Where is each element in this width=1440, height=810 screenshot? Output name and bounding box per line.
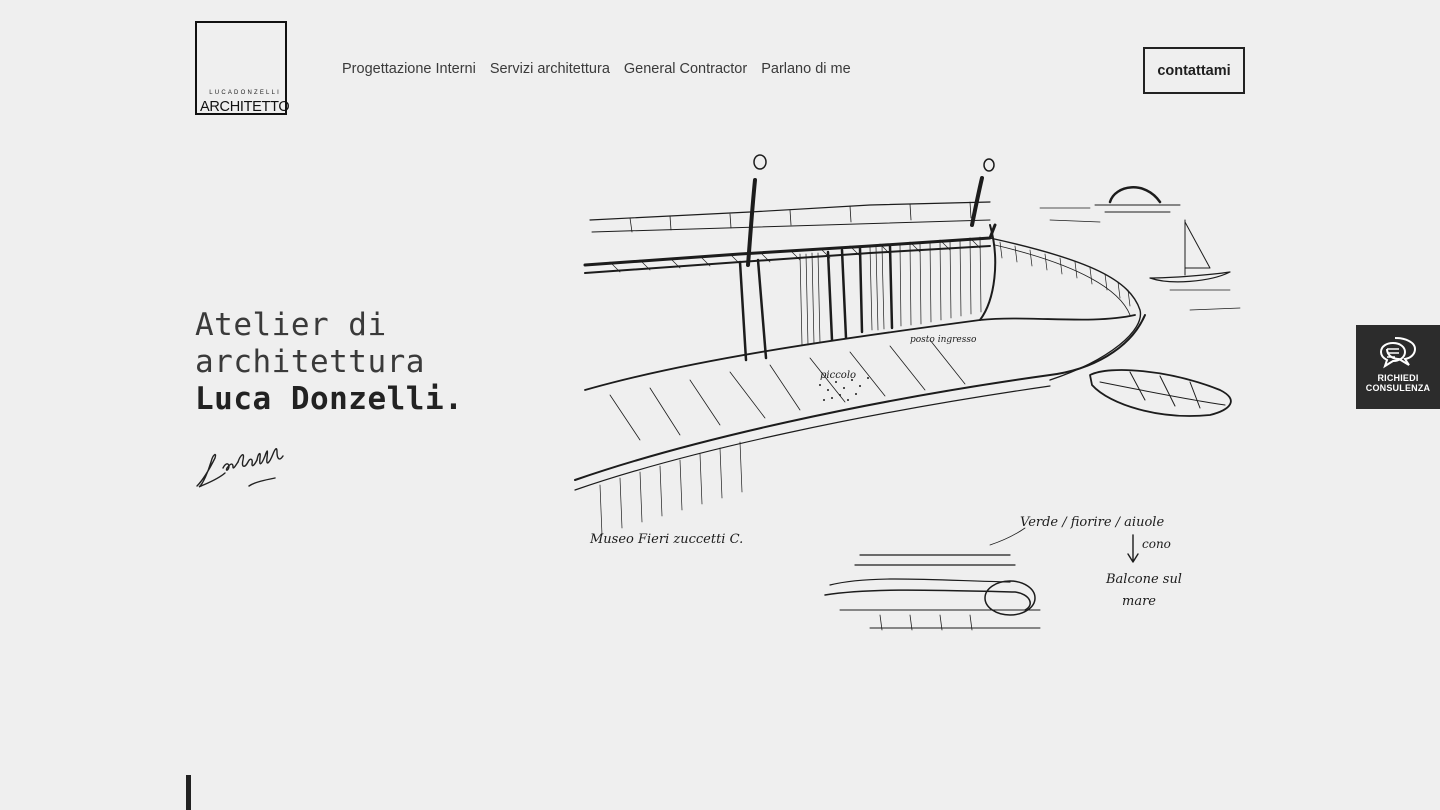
- contact-button[interactable]: contattami: [1143, 47, 1245, 94]
- main-nav: Progettazione Interni Servizi architettu…: [342, 61, 851, 77]
- sketch-note-right-2: cono: [1142, 537, 1171, 551]
- signature-image: [196, 447, 284, 488]
- site-logo[interactable]: LUCADONZELLI ARCHITETTO: [195, 21, 290, 115]
- logo-subtitle: LUCADONZELLI: [209, 90, 281, 96]
- sketch-note-mid2: posto ingresso: [910, 335, 977, 345]
- sketch-note-right-1: Verde / fiorire / aiuole: [1020, 515, 1164, 530]
- chat-bubbles-icon: [1379, 337, 1417, 369]
- nav-item-servizi-architettura[interactable]: Servizi architettura: [490, 61, 610, 77]
- nav-item-general-contractor[interactable]: General Contractor: [624, 61, 747, 77]
- nav-item-parlano-di-me[interactable]: Parlano di me: [761, 61, 850, 77]
- logo-title: ARCHITETTO: [200, 99, 290, 115]
- sketch-note-right-4: mare: [1122, 594, 1156, 609]
- hero-line-1: Atelier di: [195, 307, 387, 343]
- nav-item-progettazione-interni[interactable]: Progettazione Interni: [342, 61, 476, 77]
- sketch-note-left: Museo Fieri zuccetti C.: [589, 532, 743, 547]
- consultation-label: RICHIEDI CONSULENZA: [1365, 373, 1431, 393]
- consultation-button[interactable]: RICHIEDI CONSULENZA: [1356, 325, 1440, 409]
- architectural-sketch: Museo Fieri zuccetti C. Verde / fiorire …: [574, 154, 1241, 631]
- sketch-note-mid: piccolo: [820, 370, 856, 381]
- scroll-indicator: [186, 775, 191, 810]
- sketch-note-right-3: Balcone sul: [1105, 572, 1182, 587]
- hero-title: Atelier di architettura Luca Donzelli.: [195, 307, 463, 418]
- hero-name: Luca Donzelli.: [195, 381, 464, 417]
- hero-line-2: architettura: [195, 344, 425, 380]
